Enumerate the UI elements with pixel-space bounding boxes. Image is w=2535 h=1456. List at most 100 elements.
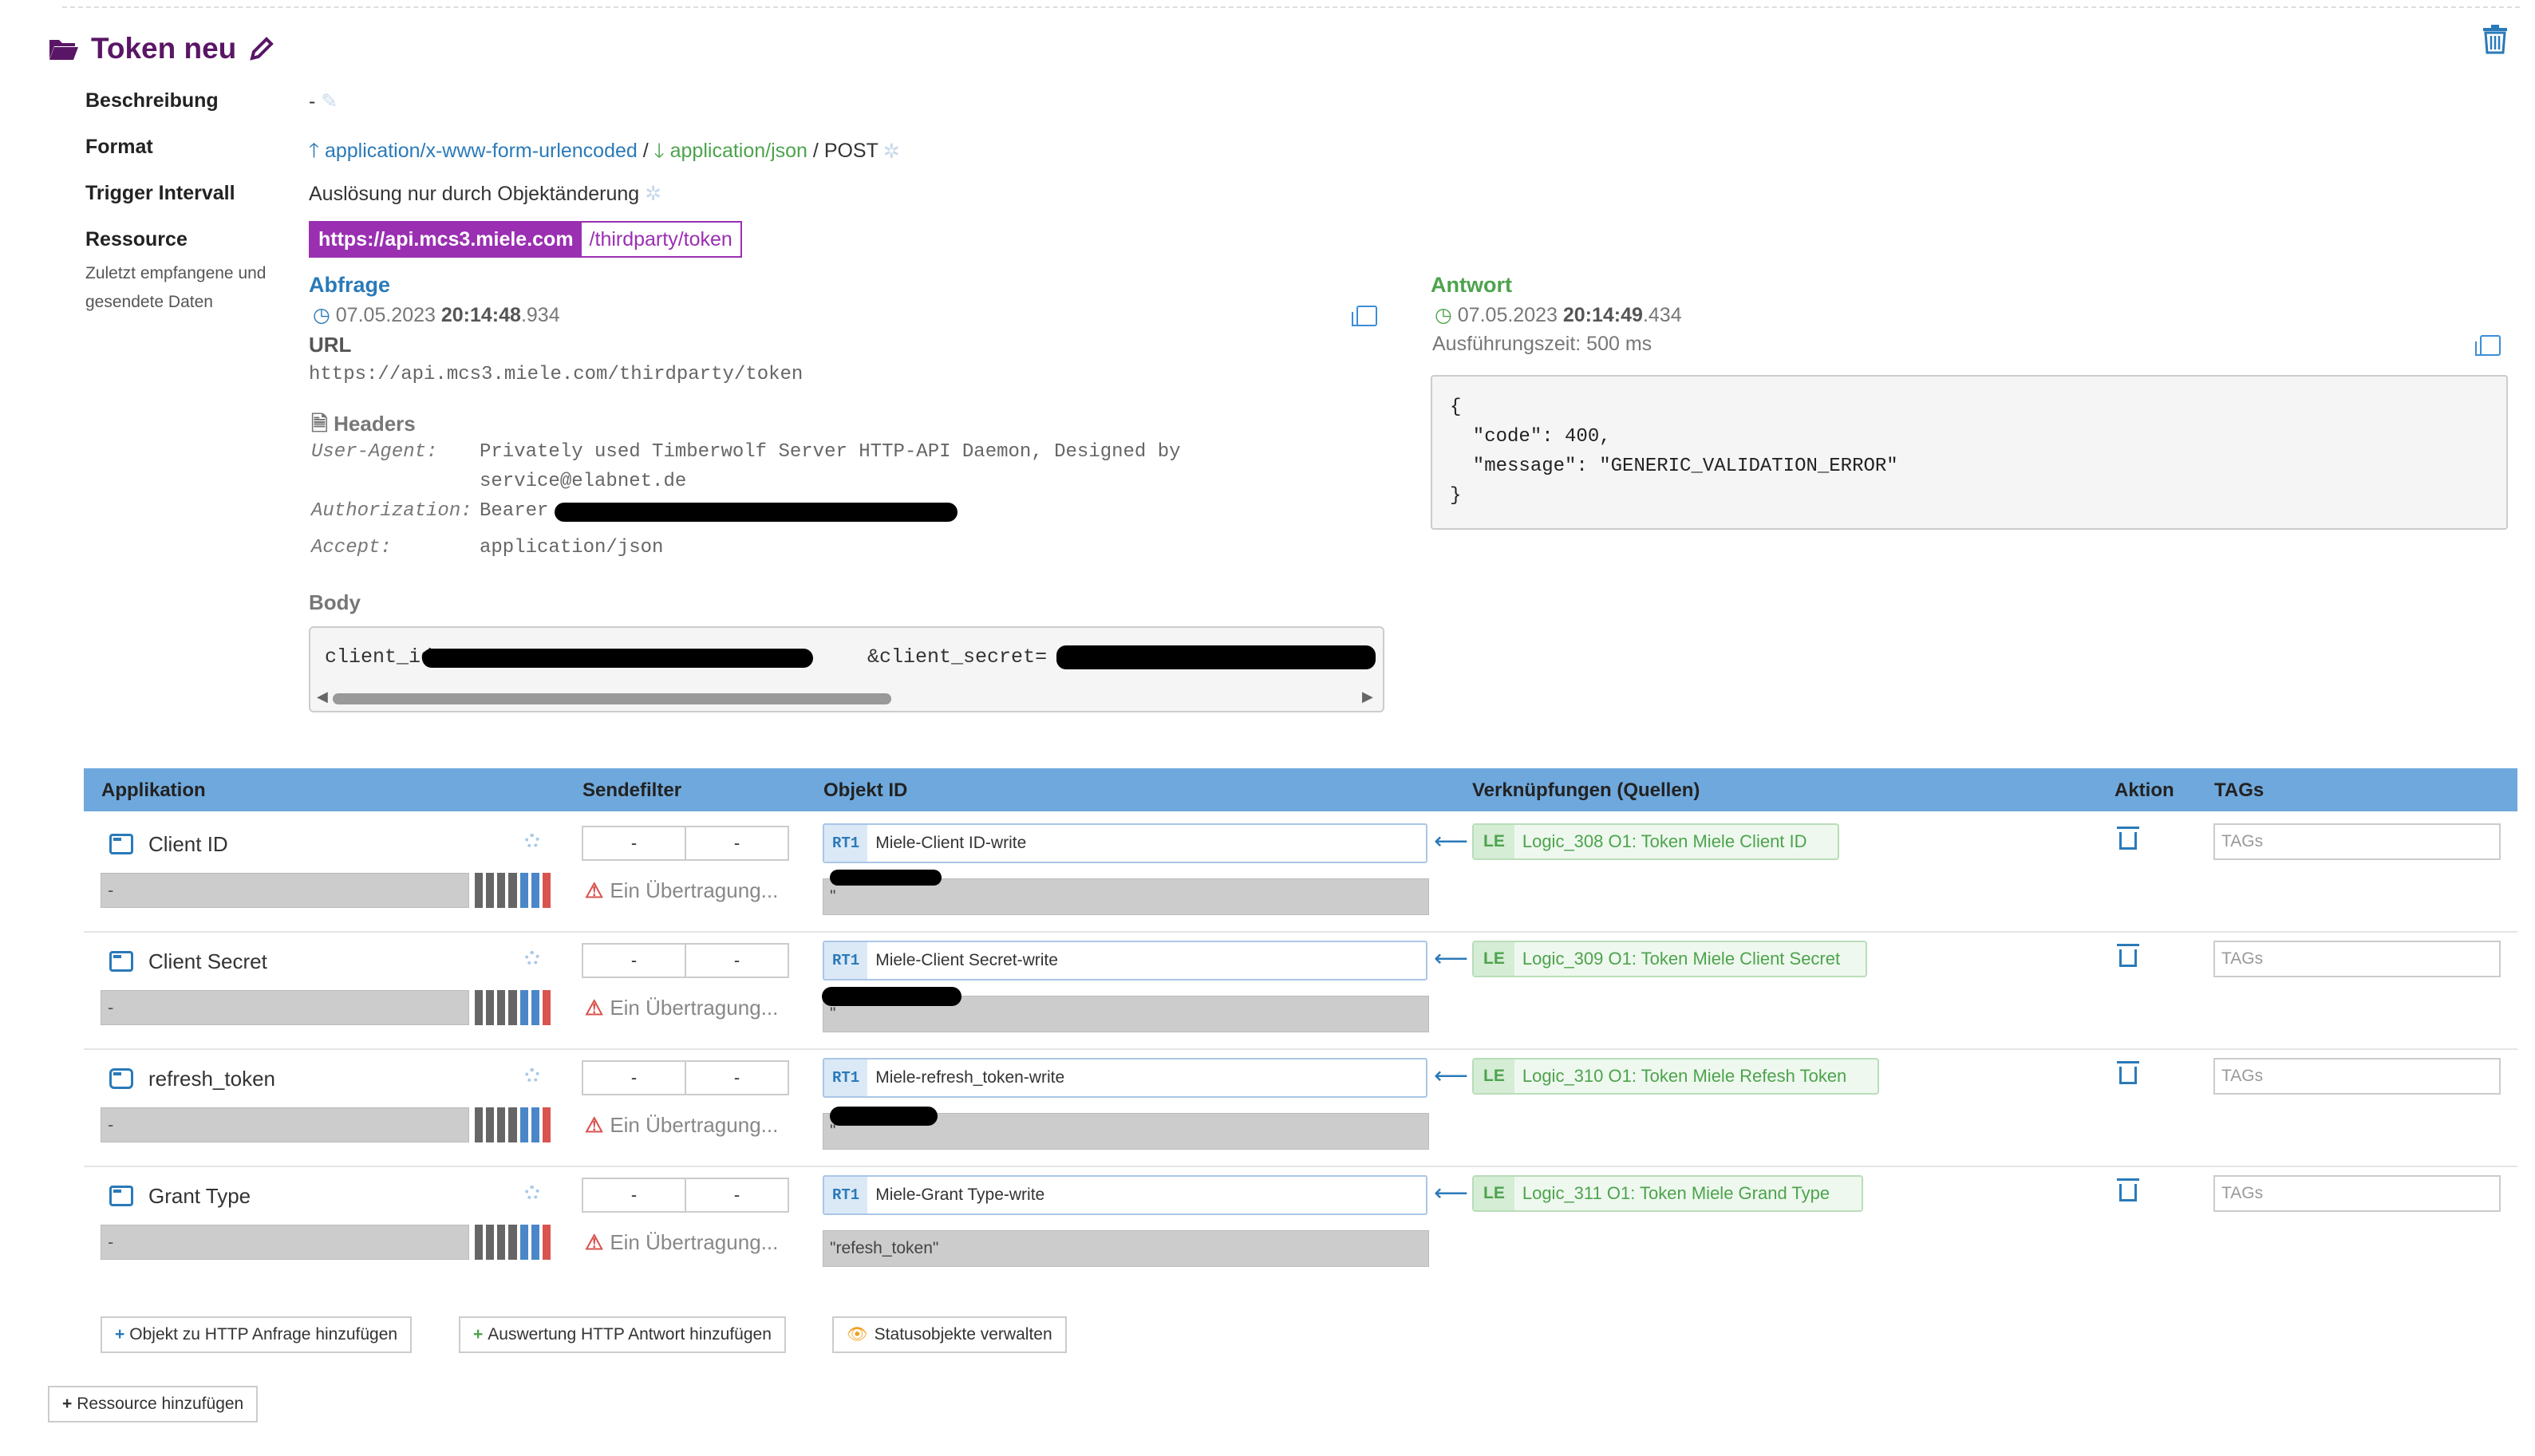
object-id-text: Miele-Client Secret-write	[875, 951, 1058, 969]
add-resource-button[interactable]: + Ressource hinzufügen	[48, 1386, 259, 1422]
status-stripes	[475, 1107, 551, 1142]
redaction	[830, 1107, 938, 1126]
link-source[interactable]: LE Logic_311 O1: Token Miele Grand Type	[1472, 1175, 1863, 1212]
music-icon	[109, 1068, 133, 1089]
object-id-input[interactable]: RT1 Miele-Grant Type-write	[823, 1175, 1427, 1215]
sendefilter-b[interactable]: -	[686, 827, 788, 859]
clock-icon: ◷	[1435, 304, 1452, 326]
le-badge: LE	[1474, 1177, 1514, 1210]
rt-badge: RT1	[824, 825, 868, 862]
sendefilter-a[interactable]: -	[583, 945, 686, 977]
sendefilter-input[interactable]: --	[582, 1060, 789, 1095]
headers-label: 🗎 Headers	[311, 409, 416, 444]
sendefilter-a[interactable]: -	[583, 1062, 686, 1094]
sendefilter-a[interactable]: -	[583, 1179, 686, 1211]
copy-icon[interactable]	[1352, 306, 1377, 326]
pencil-icon[interactable]	[249, 36, 274, 61]
trigger-value: Auslösung nur durch Objektänderung ✲	[309, 182, 661, 206]
gear-icon[interactable]	[525, 834, 539, 848]
object-id-input[interactable]: RT1 Miele-Client Secret-write	[823, 941, 1427, 981]
add-object-label: Objekt zu HTTP Anfrage hinzufügen	[129, 1325, 398, 1344]
gear-icon[interactable]	[525, 951, 539, 965]
response-ms: .434	[1642, 304, 1682, 326]
object-id-input[interactable]: RT1 Miele-refresh_token-write	[823, 1058, 1427, 1098]
redaction	[830, 870, 942, 886]
app-name: Client Secret	[148, 949, 267, 973]
object-value: "refesh_token"	[823, 1230, 1429, 1267]
arrow-left-icon: ⟵	[1434, 1180, 1469, 1206]
transfer-warning: ⚠ Ein Übertragung...	[585, 996, 778, 1020]
object-value-text: "	[830, 1004, 836, 1023]
sendefilter-input[interactable]: --	[582, 826, 789, 861]
format-in[interactable]: application/x-www-form-urlencoded	[325, 140, 638, 162]
gear-icon[interactable]	[525, 1068, 539, 1083]
status-objects-label: Statusobjekte verwalten	[874, 1325, 1052, 1344]
trash-icon[interactable]	[2117, 944, 2139, 967]
trash-icon[interactable]	[2117, 1178, 2139, 1201]
trash-icon[interactable]	[2117, 1061, 2139, 1084]
ressource-path: /thirdparty/token	[589, 228, 732, 251]
response-exec-time: Ausführungszeit: 500 ms	[1432, 333, 1652, 355]
request-ms: .934	[520, 304, 560, 326]
redaction	[422, 649, 813, 668]
beschreibung-label: Beschreibung	[85, 89, 219, 112]
gear-icon[interactable]	[525, 1186, 539, 1200]
warning-text: Ein Übertragung...	[610, 878, 779, 902]
scrollbar-thumb[interactable]	[333, 693, 891, 704]
col-objekt-id: Objekt ID	[823, 779, 908, 801]
add-evaluation-button[interactable]: + Auswertung HTTP Antwort hinzufügen	[459, 1316, 786, 1353]
link-source[interactable]: LE Logic_308 O1: Token Miele Client ID	[1472, 823, 1839, 860]
gear-icon[interactable]: ✲	[645, 183, 661, 205]
gear-icon[interactable]: ✲	[883, 140, 899, 162]
clock-icon: ◷	[313, 304, 330, 326]
trash-icon[interactable]	[2482, 24, 2509, 54]
add-object-button[interactable]: + Objekt zu HTTP Anfrage hinzufügen	[101, 1316, 413, 1353]
link-text: Logic_310 O1: Token Miele Refesh Token	[1522, 1066, 1847, 1086]
plus-icon: +	[62, 1395, 73, 1413]
warning-icon: ⚠	[585, 878, 604, 902]
app-value-bar: -	[101, 873, 469, 908]
tags-input[interactable]: TAGs	[2213, 823, 2501, 860]
sendefilter-input[interactable]: --	[582, 943, 789, 978]
ressource-label: Ressource	[85, 228, 188, 251]
trigger-label: Trigger Intervall	[85, 182, 235, 204]
status-objects-button[interactable]: 👁 Statusobjekte verwalten	[832, 1316, 1067, 1353]
col-tags: TAGs	[2214, 779, 2265, 801]
tags-input[interactable]: TAGs	[2213, 1058, 2501, 1095]
tags-input[interactable]: TAGs	[2213, 1175, 2501, 1212]
format-out[interactable]: application/json	[670, 140, 807, 162]
copy-icon[interactable]	[2475, 335, 2501, 356]
headers-label-text: Headers	[334, 412, 416, 436]
sendefilter-b[interactable]: -	[686, 1179, 788, 1211]
request-body-box[interactable]: client_id= &client_secret= ◀ ▶	[309, 626, 1384, 712]
link-source[interactable]: LE Logic_309 O1: Token Miele Client Secre…	[1472, 941, 1867, 977]
le-badge: LE	[1474, 942, 1514, 976]
object-value-text: "	[830, 887, 836, 906]
scroll-left-icon[interactable]: ◀	[317, 689, 328, 705]
beschreibung-value: - ✎	[309, 89, 338, 113]
body-client-secret: &client_secret=	[867, 645, 1048, 669]
object-id-input[interactable]: RT1 Miele-Client ID-write	[823, 823, 1427, 863]
trash-icon[interactable]	[2117, 827, 2139, 850]
transfer-warning: ⚠ Ein Übertragung...	[585, 1230, 778, 1255]
header-val-useragent-2: service@elabnet.de	[480, 471, 687, 492]
response-date: 07.05.2023	[1457, 304, 1558, 326]
format-method: / POST	[812, 140, 879, 162]
sendefilter-input[interactable]: --	[582, 1178, 789, 1213]
scroll-right-icon[interactable]: ▶	[1362, 689, 1373, 705]
tags-input[interactable]: TAGs	[2213, 941, 2501, 977]
sendefilter-a[interactable]: -	[583, 827, 686, 859]
col-sendefilter: Sendefilter	[582, 779, 682, 801]
response-body-box[interactable]: { "code": 400, "message": "GENERIC_VALID…	[1431, 375, 2508, 530]
sendefilter-b[interactable]: -	[686, 1062, 788, 1094]
pencil-small-icon[interactable]: ✎	[321, 90, 338, 112]
status-stripes	[475, 990, 551, 1025]
link-text: Logic_309 O1: Token Miele Client Secret	[1522, 949, 1841, 969]
object-value-text: "refesh_token"	[830, 1239, 939, 1257]
ressource-url[interactable]: https://api.mcs3.miele.com /thirdparty/t…	[309, 221, 742, 258]
ressource-note: Zuletzt empfangene und gesendete Daten	[85, 264, 267, 311]
sendefilter-b[interactable]: -	[686, 945, 788, 977]
rt-badge: RT1	[824, 942, 868, 979]
link-source[interactable]: LE Logic_310 O1: Token Miele Refesh Token	[1472, 1058, 1879, 1095]
response-time: 20:14:49	[1562, 304, 1643, 326]
